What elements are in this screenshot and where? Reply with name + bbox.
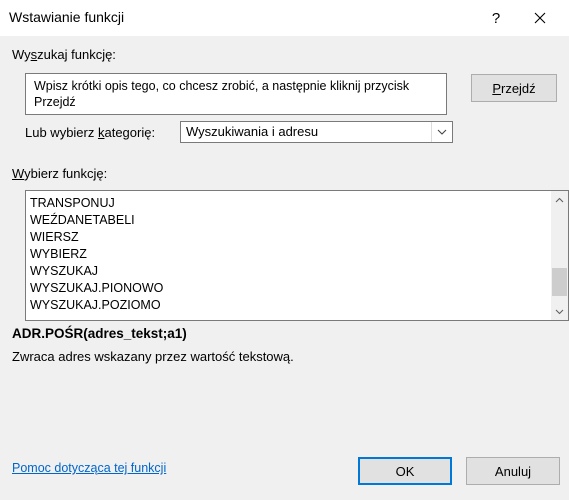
list-item[interactable]: WYBIERZ bbox=[30, 246, 163, 263]
function-list-label: Wybierz funkcję: bbox=[12, 166, 108, 181]
title-bar: Wstawianie funkcji ? bbox=[0, 0, 569, 36]
ok-button[interactable]: OK bbox=[358, 457, 452, 485]
search-input[interactable]: Wpisz krótki opis tego, co chcesz zrobić… bbox=[25, 73, 447, 115]
search-input-text: Wpisz krótki opis tego, co chcesz zrobić… bbox=[34, 79, 410, 109]
help-button[interactable]: ? bbox=[476, 4, 516, 32]
close-button[interactable] bbox=[516, 4, 564, 32]
list-item[interactable]: TRANSPONUJ bbox=[30, 195, 163, 212]
list-item[interactable]: WYSZUKAJ.PIONOWO bbox=[30, 280, 163, 297]
list-item[interactable]: WYSZUKAJ.POZIOMO bbox=[30, 297, 163, 314]
list-item[interactable]: WIERSZ bbox=[30, 229, 163, 246]
function-description: Zwraca adres wskazany przez wartość teks… bbox=[12, 349, 294, 364]
category-select[interactable]: Wyszukiwania i adresu bbox=[180, 121, 453, 143]
scroll-thumb[interactable] bbox=[552, 268, 567, 296]
close-icon bbox=[534, 12, 546, 24]
function-help-link[interactable]: Pomoc dotycząca tej funkcji bbox=[12, 461, 166, 475]
list-scrollbar[interactable] bbox=[551, 191, 568, 320]
function-listbox[interactable]: TRANSPONUJ WEŹDANETABELI WIERSZ WYBIERZ … bbox=[25, 190, 569, 321]
ok-button-label: OK bbox=[395, 463, 415, 479]
scroll-down-icon[interactable] bbox=[551, 303, 568, 320]
function-list-items: TRANSPONUJ WEŹDANETABELI WIERSZ WYBIERZ … bbox=[30, 195, 163, 314]
go-button-label: Przejdź bbox=[492, 80, 536, 96]
cancel-button-label: Anuluj bbox=[494, 463, 532, 479]
window-title: Wstawianie funkcji bbox=[9, 9, 125, 25]
go-button[interactable]: Przejdź bbox=[471, 74, 557, 102]
function-signature: ADR.POŚR(adres_tekst;a1) bbox=[12, 326, 187, 341]
list-item[interactable]: WEŹDANETABELI bbox=[30, 212, 163, 229]
list-item[interactable]: WYSZUKAJ bbox=[30, 263, 163, 280]
cancel-button[interactable]: Anuluj bbox=[466, 457, 560, 485]
chevron-down-icon[interactable] bbox=[431, 122, 452, 142]
scroll-up-icon[interactable] bbox=[551, 191, 568, 208]
insert-function-dialog: Wstawianie funkcji ? Wyszukaj funkcję: W… bbox=[0, 0, 569, 500]
help-label: ? bbox=[491, 9, 501, 27]
category-selected-value: Wyszukiwania i adresu bbox=[186, 124, 319, 139]
category-label: Lub wybierz kategorię: bbox=[25, 125, 156, 140]
search-label: Wyszukaj funkcję: bbox=[12, 47, 116, 62]
